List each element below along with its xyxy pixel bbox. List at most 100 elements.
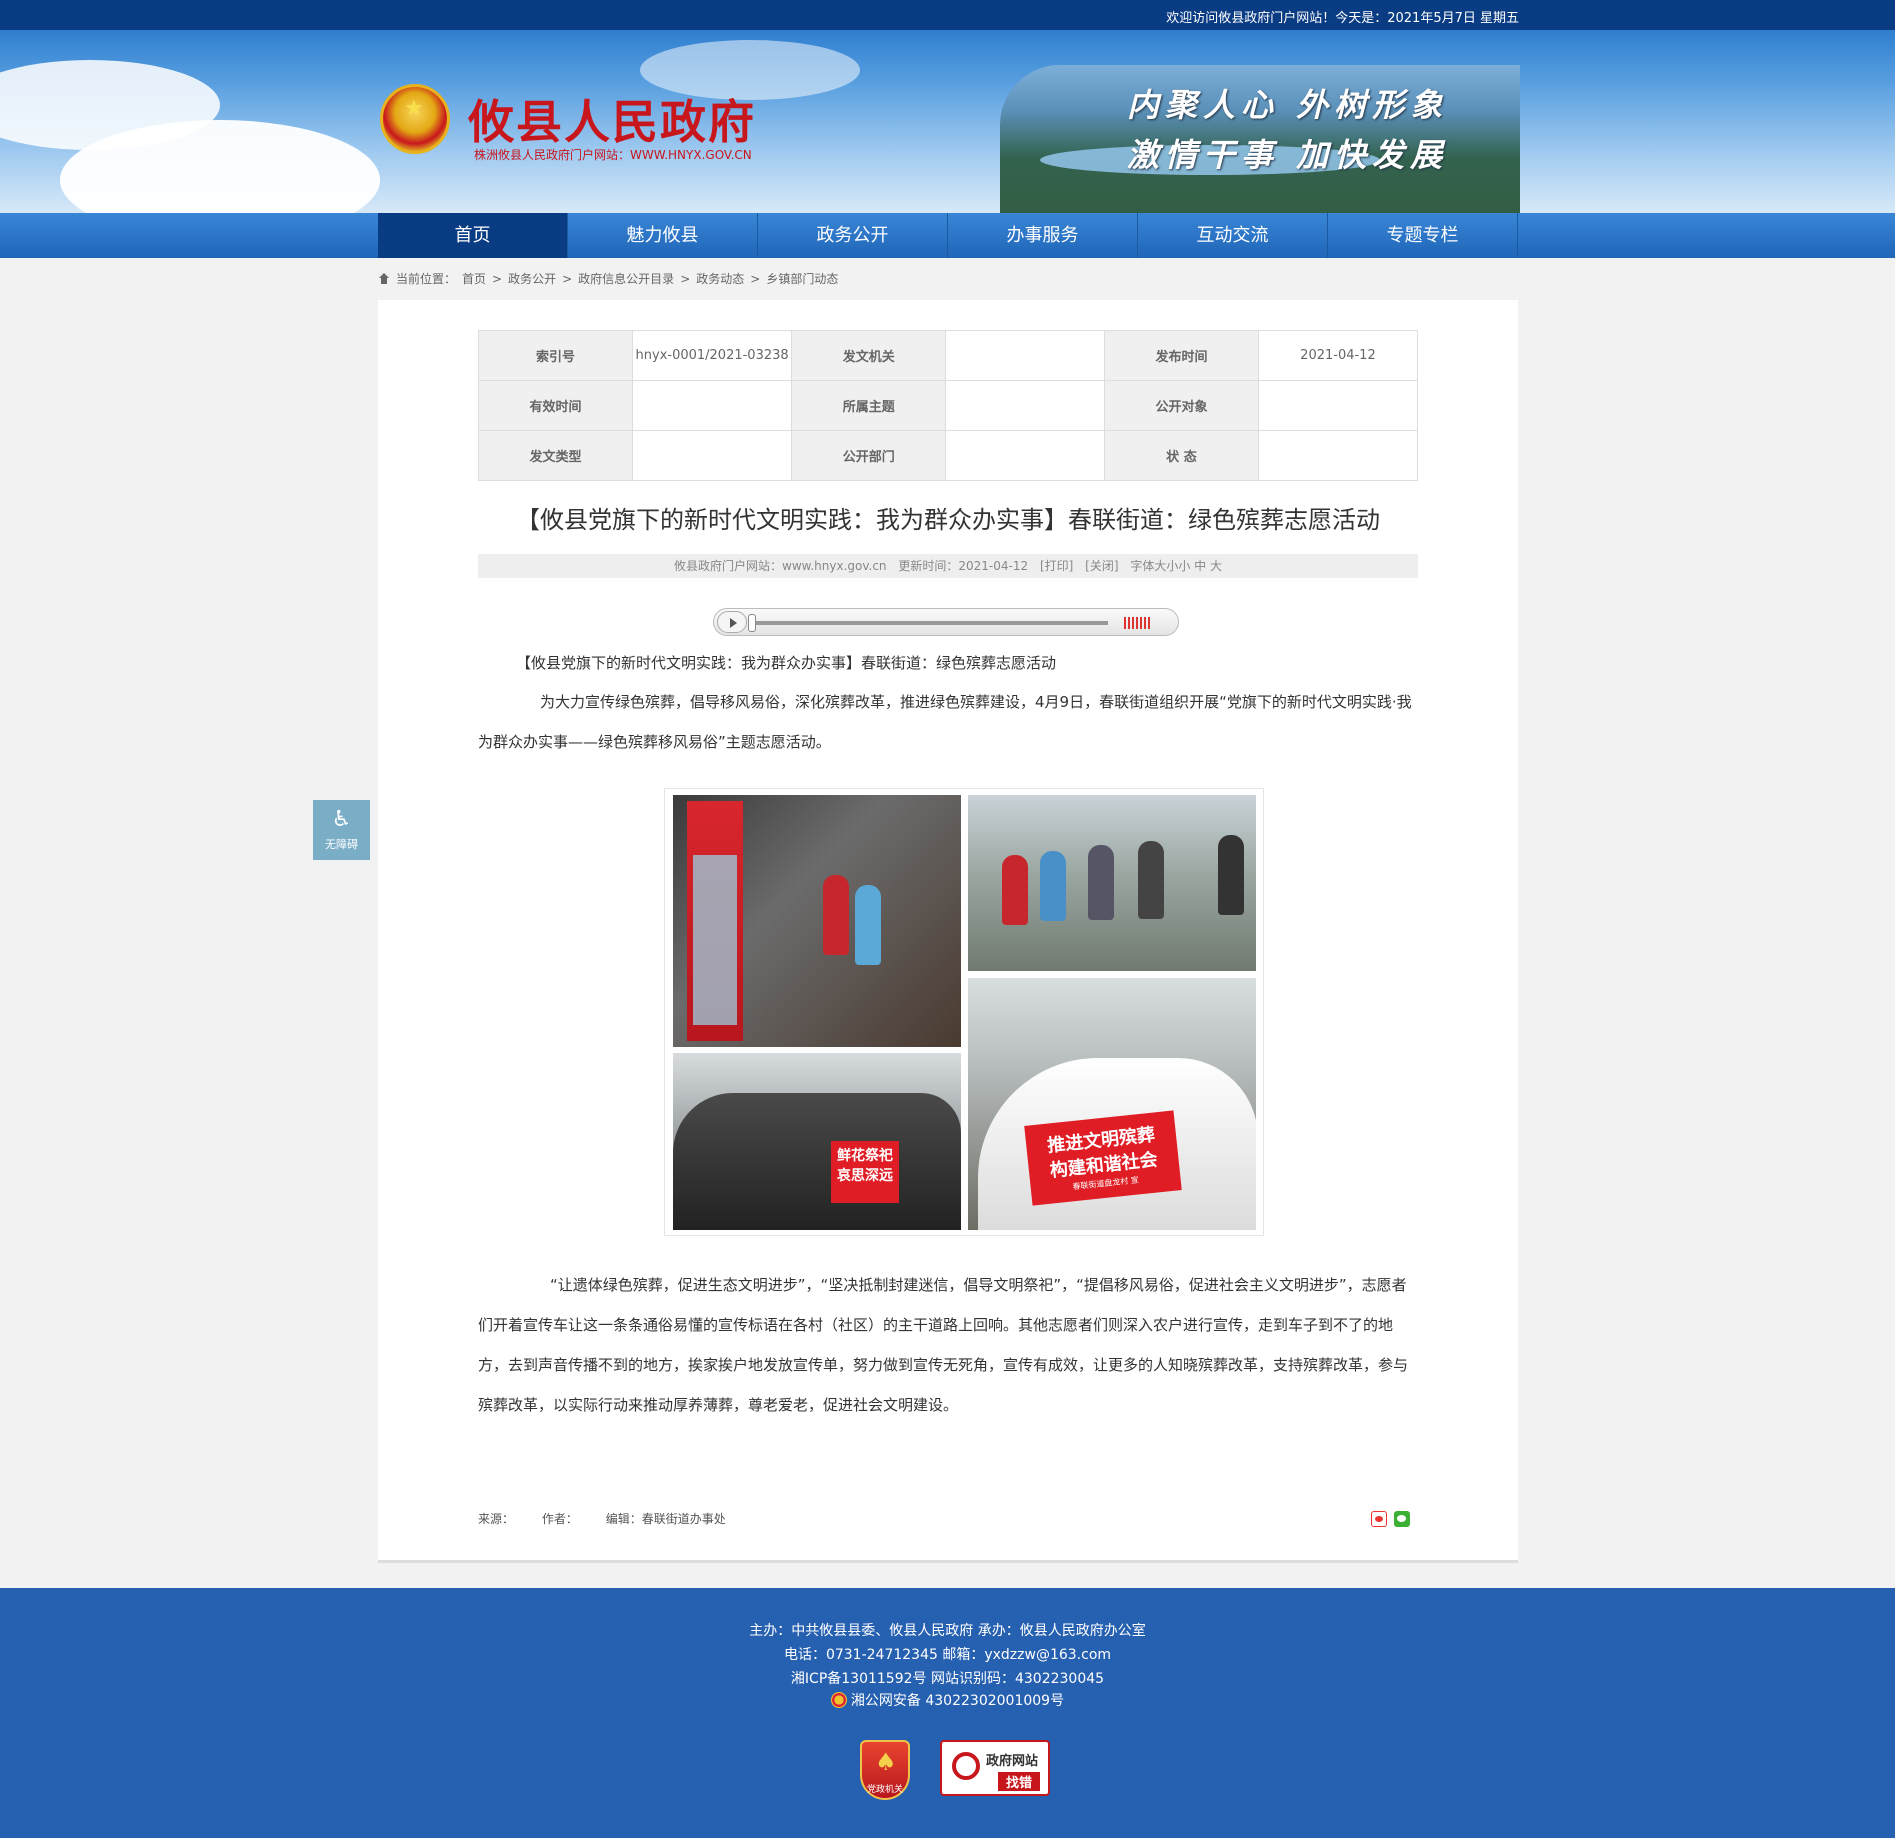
slogan-line-1: 内聚人心 外树形象 xyxy=(1127,86,1449,124)
villager-figure xyxy=(1088,845,1114,920)
top-bar: 欢迎访问攸县政府门户网站！今天是：2021年5月7日 星期五 xyxy=(0,0,1895,30)
source-label: 来源： xyxy=(478,1512,515,1526)
accessibility-label: 无障碍 xyxy=(325,838,358,851)
villager-figure xyxy=(1138,841,1164,919)
meta-key: 有效时间 xyxy=(478,380,633,431)
site-logo-title[interactable]: 攸县人民政府 xyxy=(468,86,756,152)
meta-value xyxy=(945,330,1105,381)
volunteer-figure xyxy=(855,885,881,965)
meta-key: 发文机关 xyxy=(791,330,947,381)
sign-flower-sacrifice: 鲜花祭祀 哀思深远 xyxy=(831,1141,899,1203)
header-banner xyxy=(0,30,1895,213)
wheelchair-icon: ♿ xyxy=(331,807,352,832)
print-link[interactable]: [打印] xyxy=(1040,559,1073,573)
report-error-badge[interactable]: 政府网站 找错 xyxy=(940,1740,1050,1796)
nav-item-charm[interactable]: 魅力攸县 xyxy=(568,213,758,258)
footer-sponsor: 主办：中共攸县县委、攸县人民政府 承办：攸县人民政府办公室 xyxy=(749,1623,1146,1639)
breadcrumb-sep: > xyxy=(680,271,691,286)
font-size-control[interactable]: 字体大小小 中 大 xyxy=(1130,559,1222,573)
accessibility-button[interactable]: ♿ 无障碍 xyxy=(313,800,370,860)
footer-icp[interactable]: 湘ICP备13011592号 网站识别码：4302230045 xyxy=(0,1668,1895,1688)
wechat-share-icon[interactable] xyxy=(1394,1511,1410,1527)
article-lead: 【攸县党旗下的新时代文明实践：我为群众办实事】春联街道：绿色殡葬志愿活动 xyxy=(516,654,1057,672)
volume-icon[interactable] xyxy=(1124,617,1150,629)
volunteer-figure xyxy=(823,875,849,955)
volunteer-figure xyxy=(1040,851,1066,921)
breadcrumb-gov-affairs[interactable]: 政务公开 xyxy=(508,270,556,287)
meta-value xyxy=(1257,430,1419,481)
update-time: 更新时间：2021-04-12 xyxy=(898,559,1029,573)
article-paragraph-1: 为大力宣传绿色殡葬，倡导移风易俗，深化殡葬改革，推进绿色殡葬建设，4月9日，春联… xyxy=(478,693,1412,751)
police-badge-icon xyxy=(830,1692,847,1708)
weibo-share-icon[interactable] xyxy=(1371,1511,1387,1527)
magnifier-icon xyxy=(952,1752,980,1780)
footer-police-record[interactable]: 湘公网安备 43022302001009号 xyxy=(0,1690,1895,1710)
audio-progress-track[interactable] xyxy=(752,621,1108,625)
police-record-text: 湘公网安备 43022302001009号 xyxy=(850,1693,1065,1709)
article-title: 【攸县党旗下的新时代文明实践：我为群众办实事】春联街道：绿色殡葬志愿活动 xyxy=(516,506,1380,534)
breadcrumb-label: 当前位置： xyxy=(396,272,457,286)
meta-key: 索引号 xyxy=(478,330,633,381)
meta-value xyxy=(945,380,1105,431)
photo-dark-car: 鲜花祭祀 哀思深远 xyxy=(673,1053,961,1230)
nav-item-home[interactable]: 首页 xyxy=(378,213,568,258)
article-paragraph-2: “让遗体绿色殡葬，促进生态文明进步”，“坚决抵制封建迷信，倡导文明祭祀”，“提倡… xyxy=(478,1276,1409,1414)
article-footer: 来源： 作者： 编辑：春联街道办事处 xyxy=(478,1510,750,1527)
nav-item-services[interactable]: 办事服务 xyxy=(948,213,1138,258)
nav-item-interaction[interactable]: 互动交流 xyxy=(1138,213,1328,258)
breadcrumb-home[interactable]: 首页 xyxy=(462,270,486,287)
meta-key: 发布时间 xyxy=(1103,330,1259,381)
close-link[interactable]: [关闭] xyxy=(1085,559,1118,573)
editor-label: 编辑：春联街道办事处 xyxy=(605,1512,726,1526)
party-badge-label: 党政机关 xyxy=(866,1785,903,1795)
breadcrumb-township-news[interactable]: 乡镇部门动态 xyxy=(766,270,838,287)
breadcrumb-sep: > xyxy=(562,271,573,286)
meta-value xyxy=(631,430,793,481)
breadcrumb-info-catalog[interactable]: 政府信息公开目录 xyxy=(578,270,674,287)
star-icon: ★ xyxy=(404,96,424,121)
photo-outdoor-group xyxy=(968,795,1256,971)
metadata-table: 索引号 hnyx-0001/2021-03238 发文机关 发布时间 2021-… xyxy=(478,330,1419,481)
audio-progress-handle[interactable] xyxy=(748,614,756,632)
main-nav: 首页 魅力攸县 政务公开 办事服务 互动交流 专题专栏 xyxy=(0,213,1895,258)
meta-key: 发文类型 xyxy=(478,430,633,481)
site-subtitle: 株洲攸县人民政府门户网站：WWW.HNYX.GOV.CN xyxy=(474,148,752,162)
meta-key: 公开对象 xyxy=(1103,380,1259,431)
nav-item-gov-affairs[interactable]: 政务公开 xyxy=(758,213,948,258)
article-card: 索引号 hnyx-0001/2021-03238 发文机关 发布时间 2021-… xyxy=(378,300,1518,1563)
fridge-glass-decoration xyxy=(693,855,737,1025)
table-row: 发文类型 公开部门 状 态 xyxy=(478,430,1419,481)
site-footer: 主办：中共攸县县委、攸县人民政府 承办：攸县人民政府办公室 电话：0731-24… xyxy=(0,1588,1895,1838)
dark-car xyxy=(673,1093,961,1230)
report-error-title: 政府网站 xyxy=(986,1754,1039,1769)
breadcrumb-gov-news[interactable]: 政务动态 xyxy=(696,270,744,287)
meta-key: 状 态 xyxy=(1103,430,1259,481)
breadcrumb: 当前位置： 首页 > 政务公开 > 政府信息公开目录 > 政务动态 > 乡镇部门… xyxy=(378,270,838,287)
photo-collage: 推进文明殡葬 构建和谐社会 春联街道盘龙村 宣 鲜花祭祀 哀思深远 xyxy=(664,788,1264,1236)
meta-key: 公开部门 xyxy=(791,430,947,481)
source-site: 攸县政府门户网站：www.hnyx.gov.cn xyxy=(674,559,887,573)
report-error-action: 找错 xyxy=(998,1772,1041,1791)
villager-figure xyxy=(1218,835,1244,915)
sign-left-text: 鲜花祭祀 哀思深远 xyxy=(837,1148,893,1184)
sign-right-text: 推进文明殡葬 构建和谐社会 xyxy=(1046,1124,1159,1182)
party-gov-badge[interactable]: ♠ 党政机关 xyxy=(860,1740,910,1800)
home-icon xyxy=(378,272,390,285)
meta-key: 所属主题 xyxy=(791,380,947,431)
table-row: 索引号 hnyx-0001/2021-03238 发文机关 发布时间 2021-… xyxy=(478,330,1419,381)
meta-value xyxy=(1257,380,1419,431)
breadcrumb-sep: > xyxy=(492,271,503,286)
nav-item-topics[interactable]: 专题专栏 xyxy=(1328,213,1518,258)
photo-shop-visit xyxy=(673,795,961,1047)
volunteer-figure xyxy=(1002,855,1028,925)
sign-civilized-funeral: 推进文明殡葬 构建和谐社会 春联街道盘龙村 宣 xyxy=(1024,1110,1182,1206)
play-button[interactable] xyxy=(717,611,747,633)
article-info-bar: 攸县政府门户网站：www.hnyx.gov.cn 更新时间：2021-04-12… xyxy=(478,554,1418,578)
meta-value xyxy=(631,380,793,431)
meta-value xyxy=(945,430,1105,481)
meta-value: 2021-04-12 xyxy=(1257,330,1419,381)
breadcrumb-sep: > xyxy=(750,271,761,286)
party-emblem-icon: ♠ xyxy=(875,1748,897,1776)
welcome-text: 欢迎访问攸县政府门户网站！今天是：2021年5月7日 星期五 xyxy=(1166,11,1519,26)
author-label: 作者： xyxy=(541,1512,578,1526)
